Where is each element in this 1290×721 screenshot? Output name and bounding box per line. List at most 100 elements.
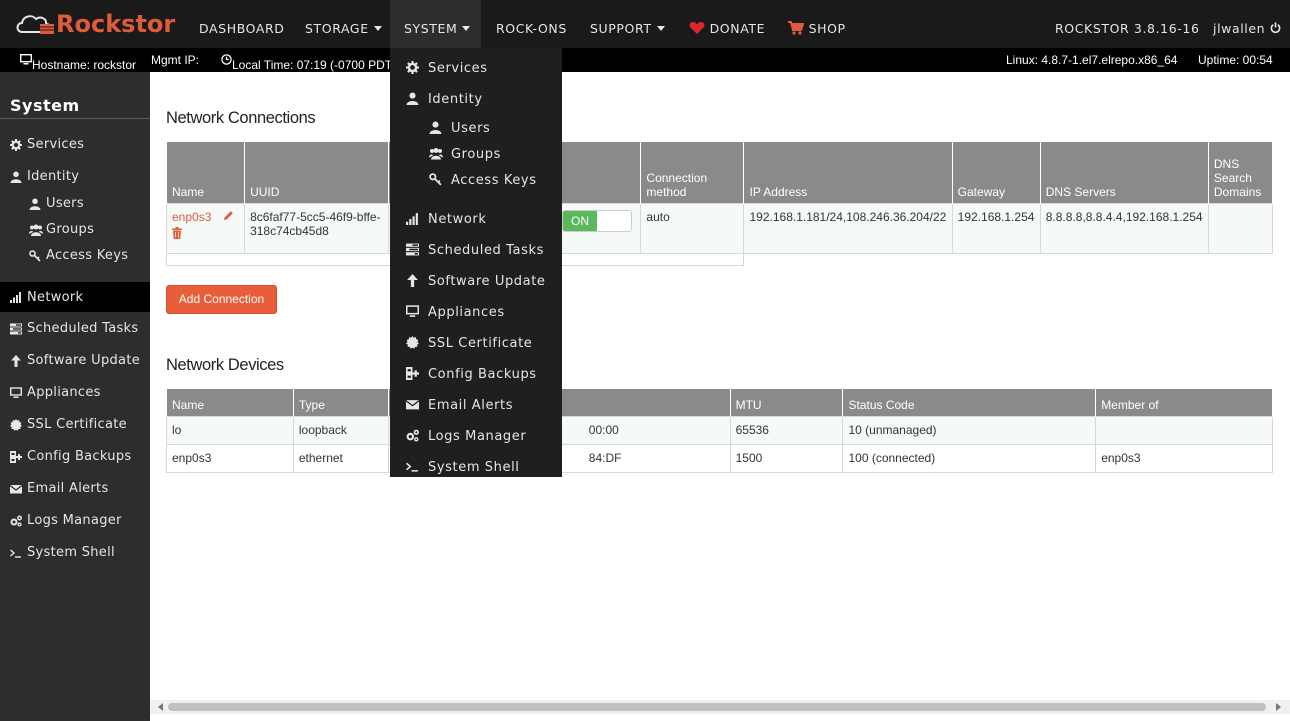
sidebar-item-label: Logs Manager	[27, 513, 122, 528]
sidebar-item-users[interactable]: Users	[0, 190, 150, 218]
menu-item-system-shell[interactable]: System Shell	[390, 454, 562, 480]
sidebar-item-email-alerts[interactable]: Email Alerts	[0, 475, 150, 503]
nav-donate-label: DONATE	[709, 21, 766, 36]
table-row: lo loopback 00:00 65536 10 (unmanaged)	[166, 416, 1273, 445]
sidebar-item-label: Config Backups	[27, 449, 132, 464]
menu-item-scheduled-tasks[interactable]: Scheduled Tasks	[390, 237, 562, 263]
sidebar-item-identity[interactable]: Identity	[0, 163, 150, 191]
gear-icon	[10, 139, 22, 151]
menu-item-access-keys[interactable]: Access Keys	[390, 167, 562, 193]
nav-dashboard[interactable]: DASHBOARD	[199, 0, 285, 48]
nav-shop[interactable]: SHOP	[788, 0, 846, 48]
device-member-cell: enp0s3	[1095, 444, 1273, 473]
connection-dns-cell: 8.8.8.8,8.8.4.4,192.168.1.254	[1039, 203, 1209, 254]
user-icon	[429, 121, 442, 134]
menu-item-label: Groups	[451, 147, 501, 162]
table-header-row: Name UUID Connection method IP Address G…	[165, 141, 1274, 204]
col-header: DNS Search Domains	[1207, 141, 1274, 204]
col-header: Name	[165, 141, 246, 204]
menu-item-config-backups[interactable]: Config Backups	[390, 361, 562, 387]
cloud-logo-icon	[16, 15, 54, 34]
nav-storage[interactable]: STORAGE	[305, 0, 382, 48]
sidebar-item-config-backups[interactable]: Config Backups	[0, 443, 150, 471]
connection-toggle[interactable]: ON	[562, 210, 632, 232]
sidebar-item-label: Services	[27, 137, 85, 152]
device-status-cell: 100 (connected)	[842, 444, 1097, 473]
user-menu[interactable]: jlwallen	[1213, 0, 1281, 48]
nav-system[interactable]: SYSTEM	[390, 0, 481, 48]
add-connection-button[interactable]: Add Connection	[166, 285, 277, 314]
nav-rock-ons[interactable]: ROCK-ONS	[496, 0, 567, 48]
pencil-icon[interactable]	[223, 210, 234, 221]
menu-item-label: Users	[451, 121, 491, 136]
menu-item-label: Network	[428, 212, 487, 227]
scroll-right-arrow-icon[interactable]	[1276, 703, 1281, 711]
uptime-text: Uptime: 00:54	[1198, 53, 1273, 67]
cart-icon	[788, 20, 804, 35]
network-devices-title: Network Devices	[166, 356, 284, 374]
sidebar-item-label: Scheduled Tasks	[27, 321, 139, 336]
menu-item-users[interactable]: Users	[390, 115, 562, 141]
menu-item-appliances[interactable]: Appliances	[390, 299, 562, 325]
menu-item-label: Software Update	[428, 274, 546, 289]
col-header: IP Address	[743, 141, 953, 204]
rockstor-logo[interactable]: Rockstor	[14, 8, 175, 40]
sidebar-item-network[interactable]: Network	[0, 282, 150, 312]
sidebar-item-groups[interactable]: Groups	[0, 216, 150, 244]
sidebar-item-services[interactable]: Services	[0, 131, 150, 159]
scrollbar-thumb[interactable]	[168, 703, 1266, 711]
horizontal-scrollbar[interactable]	[150, 700, 1290, 714]
menu-item-label: Config Backups	[428, 367, 537, 382]
nav-donate[interactable]: DONATE	[689, 0, 765, 48]
sidebar-item-system-shell[interactable]: System Shell	[0, 539, 150, 567]
user-icon	[29, 198, 41, 210]
users-icon	[429, 148, 443, 160]
menu-item-identity[interactable]: Identity	[390, 86, 562, 112]
sidebar-divider	[0, 118, 150, 119]
cogs-icon	[10, 515, 22, 527]
menu-item-ssl-certificate[interactable]: SSL Certificate	[390, 330, 562, 356]
menu-item-logs-manager[interactable]: Logs Manager	[390, 423, 562, 449]
menu-item-network[interactable]: Network	[390, 206, 562, 232]
menu-item-groups[interactable]: Groups	[390, 141, 562, 167]
sidebar-item-access-keys[interactable]: Access Keys	[0, 242, 150, 270]
sidebar-item-software-update[interactable]: Software Update	[0, 347, 150, 375]
terminal-icon	[406, 462, 418, 472]
connection-name-link[interactable]: enp0s3	[172, 210, 211, 224]
monitor-icon	[406, 305, 419, 317]
menu-item-label: Email Alerts	[428, 398, 514, 413]
nav-shop-label: SHOP	[808, 21, 846, 36]
connection-gateway-cell: 192.168.1.254	[951, 203, 1041, 254]
caret-down-icon	[462, 26, 471, 31]
sidebar-item-label: System Shell	[27, 545, 115, 560]
table-row: enp0s3 8c6faf77-5cc5-46f9-bffe-318c74cb4…	[165, 203, 1274, 254]
menu-item-software-update[interactable]: Software Update	[390, 268, 562, 294]
tasks-icon	[10, 323, 22, 335]
backup-icon	[406, 367, 419, 380]
menu-item-label: Services	[428, 61, 488, 76]
menu-item-email-alerts[interactable]: Email Alerts	[390, 392, 562, 418]
sidebar-item-appliances[interactable]: Appliances	[0, 379, 150, 407]
kernel-text: Linux: 4.8.7-1.el7.elrepo.x86_64	[1006, 53, 1178, 67]
user-icon	[10, 171, 22, 183]
power-icon	[1270, 22, 1281, 33]
sidebar-item-scheduled-tasks[interactable]: Scheduled Tasks	[0, 315, 150, 343]
system-dropdown-menu: Services Identity Users Groups Access Ke…	[390, 48, 562, 477]
sidebar-item-label: Appliances	[27, 385, 101, 400]
nav-dashboard-label: DASHBOARD	[199, 21, 285, 36]
menu-item-label: Appliances	[428, 305, 505, 320]
menu-item-services[interactable]: Services	[390, 55, 562, 81]
connection-ip-cell: 192.168.1.181/24,108.246.36.204/22	[743, 203, 953, 254]
sidebar-item-ssl-certificate[interactable]: SSL Certificate	[0, 411, 150, 439]
certificate-icon	[406, 336, 419, 349]
user-icon	[406, 92, 419, 105]
users-icon	[29, 224, 43, 236]
sidebar-item-logs-manager[interactable]: Logs Manager	[0, 507, 150, 535]
scroll-left-arrow-icon[interactable]	[158, 703, 163, 711]
certificate-icon	[10, 419, 22, 431]
nav-support[interactable]: SUPPORT	[590, 0, 665, 48]
trash-icon[interactable]	[172, 227, 182, 239]
col-header: Gateway	[951, 141, 1041, 204]
sidebar-item-label: Network	[27, 290, 84, 305]
clock-icon	[221, 54, 232, 66]
